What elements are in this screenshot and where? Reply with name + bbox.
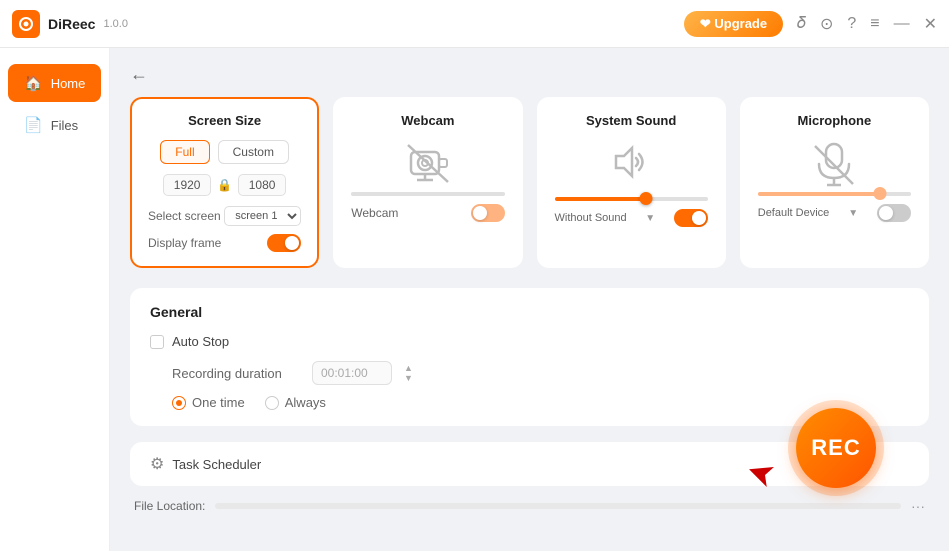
duration-row: Recording duration ▲ ▼ bbox=[172, 361, 909, 385]
sound-dropdown-chevron: ▼ bbox=[645, 213, 655, 224]
width-input[interactable] bbox=[163, 174, 211, 196]
webcam-toggle[interactable] bbox=[471, 204, 505, 222]
one-time-option[interactable]: One time bbox=[172, 395, 245, 410]
titlebar: DiReec 1.0.0 ❤ Upgrade 𝛿 ⊙ ? ≡ — ✕ bbox=[0, 0, 949, 48]
sound-icon bbox=[606, 140, 656, 184]
rec-button[interactable]: REC bbox=[796, 408, 876, 488]
system-sound-toggle[interactable] bbox=[674, 209, 708, 227]
webcam-label-row: Webcam bbox=[351, 204, 504, 222]
screen-size-title: Screen Size bbox=[148, 113, 301, 128]
general-title: General bbox=[150, 304, 909, 320]
webcam-card: Webcam bbox=[333, 97, 522, 268]
microphone-card: Microphone bbox=[740, 97, 929, 268]
one-time-label: One time bbox=[192, 395, 245, 410]
titlebar-left: DiReec 1.0.0 bbox=[12, 10, 128, 38]
coin-icon[interactable]: 𝛿 bbox=[797, 15, 806, 33]
auto-stop-label: Auto Stop bbox=[172, 334, 229, 349]
mic-slider[interactable] bbox=[758, 192, 911, 196]
task-scheduler-label: Task Scheduler bbox=[172, 457, 261, 472]
file-location-row: File Location: ··· bbox=[130, 498, 929, 514]
rec-area: ➤ REC bbox=[788, 400, 884, 496]
height-input[interactable] bbox=[238, 174, 286, 196]
select-screen-label: Select screen bbox=[148, 209, 221, 223]
auto-stop-checkbox[interactable] bbox=[150, 335, 164, 349]
system-sound-slider[interactable] bbox=[555, 197, 708, 201]
webcam-icon-wrap bbox=[403, 140, 453, 184]
always-radio[interactable] bbox=[265, 396, 279, 410]
duration-input[interactable] bbox=[312, 361, 392, 385]
upgrade-button[interactable]: ❤ Upgrade bbox=[684, 11, 783, 37]
recording-duration-label: Recording duration bbox=[172, 366, 302, 381]
sidebar-home-label: Home bbox=[51, 76, 86, 91]
without-sound-label: Without Sound bbox=[555, 212, 627, 224]
default-device-label: Default Device bbox=[758, 207, 830, 219]
record-icon[interactable]: ⊙ bbox=[820, 14, 833, 34]
sidebar: 🏠 Home 📄 Files bbox=[0, 48, 110, 551]
app-logo bbox=[12, 10, 40, 38]
sound-dropdown-row: Without Sound ▼ bbox=[555, 209, 708, 227]
sidebar-item-files[interactable]: 📄 Files bbox=[8, 106, 101, 144]
duration-down-arrow[interactable]: ▼ bbox=[404, 374, 413, 383]
size-buttons: Full Custom bbox=[148, 140, 301, 164]
system-sound-title: System Sound bbox=[555, 113, 708, 128]
file-dots-button[interactable]: ··· bbox=[911, 498, 925, 514]
custom-button[interactable]: Custom bbox=[218, 140, 289, 164]
gear-icon: ⚙ bbox=[150, 454, 164, 474]
webcam-slider[interactable] bbox=[351, 192, 504, 196]
webcam-label: Webcam bbox=[351, 206, 398, 220]
mic-icon-wrap bbox=[809, 140, 859, 188]
always-option[interactable]: Always bbox=[265, 395, 326, 410]
file-path-bar bbox=[215, 503, 901, 509]
duration-arrows: ▲ ▼ bbox=[404, 364, 413, 383]
app-logo-inner bbox=[19, 17, 33, 31]
main-layout: 🏠 Home 📄 Files ← Screen Size Full Custom bbox=[0, 48, 949, 551]
dimension-row: 🔒 bbox=[148, 174, 301, 196]
back-button[interactable]: ← bbox=[130, 64, 148, 85]
sidebar-files-label: Files bbox=[51, 118, 78, 133]
sound-slider-thumb bbox=[640, 192, 653, 205]
one-time-radio[interactable] bbox=[172, 396, 186, 410]
display-frame-row: Display frame bbox=[148, 234, 301, 252]
help-icon[interactable]: ? bbox=[847, 15, 856, 33]
display-frame-label: Display frame bbox=[148, 236, 221, 250]
app-name: DiReec bbox=[48, 16, 95, 32]
titlebar-right: ❤ Upgrade 𝛿 ⊙ ? ≡ — ✕ bbox=[684, 11, 937, 37]
content-inner: ← Screen Size Full Custom 🔒 bbox=[130, 64, 929, 514]
select-screen-row: Select screen screen 1 bbox=[148, 206, 301, 226]
webcam-title: Webcam bbox=[351, 113, 504, 128]
sound-icon-wrap bbox=[555, 140, 708, 189]
mic-toggle[interactable] bbox=[877, 204, 911, 222]
rec-outer-ring: REC bbox=[788, 400, 884, 496]
mic-dropdown-chevron: ▼ bbox=[848, 208, 858, 219]
cards-row: Screen Size Full Custom 🔒 Select screen … bbox=[130, 97, 929, 268]
system-sound-card: System Sound Withou bbox=[537, 97, 726, 268]
auto-stop-row: Auto Stop bbox=[150, 334, 909, 349]
sidebar-item-home[interactable]: 🏠 Home bbox=[8, 64, 101, 102]
content-area: ← Screen Size Full Custom 🔒 bbox=[110, 48, 949, 551]
screen-size-card: Screen Size Full Custom 🔒 Select screen … bbox=[130, 97, 319, 268]
mic-slider-thumb bbox=[874, 187, 887, 200]
close-button[interactable]: ✕ bbox=[924, 14, 937, 34]
full-button[interactable]: Full bbox=[160, 140, 209, 164]
app-version: 1.0.0 bbox=[103, 18, 127, 30]
mic-icon bbox=[809, 140, 859, 188]
webcam-icon bbox=[403, 140, 453, 184]
menu-icon[interactable]: ≡ bbox=[870, 15, 879, 33]
lock-icon: 🔒 bbox=[217, 178, 232, 192]
screen-select[interactable]: screen 1 bbox=[224, 206, 301, 226]
microphone-title: Microphone bbox=[758, 113, 911, 128]
duration-up-arrow[interactable]: ▲ bbox=[404, 364, 413, 373]
files-icon: 📄 bbox=[24, 116, 43, 134]
display-frame-toggle[interactable] bbox=[267, 234, 301, 252]
mic-dropdown-row: Default Device ▼ bbox=[758, 204, 911, 222]
always-label: Always bbox=[285, 395, 326, 410]
home-icon: 🏠 bbox=[24, 74, 43, 92]
file-location-label: File Location: bbox=[134, 499, 205, 513]
minimize-button[interactable]: — bbox=[894, 15, 910, 33]
